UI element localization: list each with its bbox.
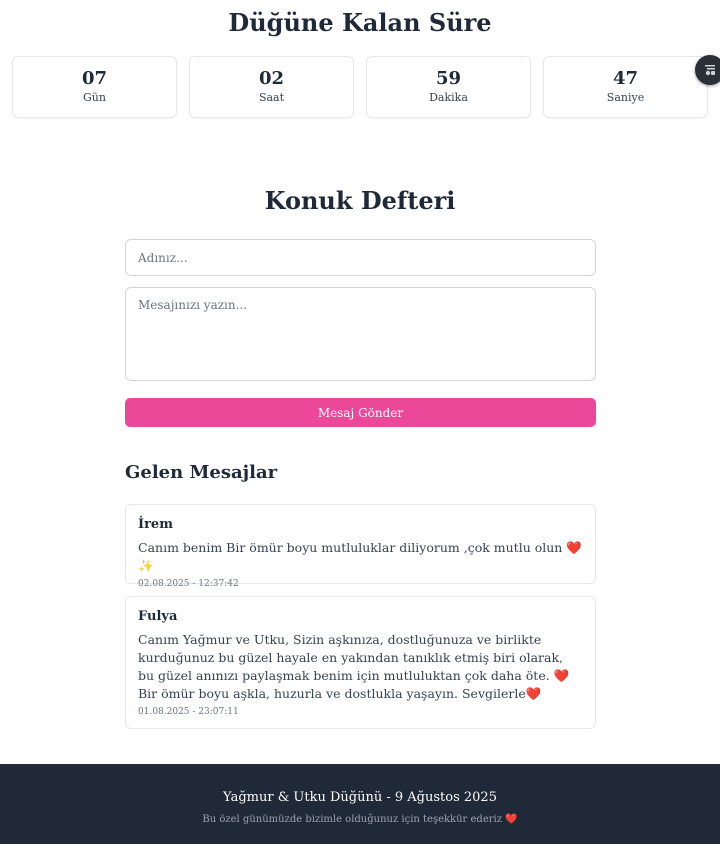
countdown-days: 07 Gün: [12, 56, 177, 118]
countdown-days-label: Gün: [83, 91, 106, 104]
message-date: 01.08.2025 - 23:07:11: [138, 707, 239, 717]
name-input[interactable]: [125, 239, 596, 276]
countdown-seconds: 47 Saniye: [543, 56, 708, 118]
countdown-minutes: 59 Dakika: [366, 56, 531, 118]
countdown-hours-value: 02: [258, 68, 285, 89]
message-author: İrem: [138, 517, 173, 532]
message-text: Canım Yağmur ve Utku, Sizin aşkınıza, do…: [138, 632, 570, 701]
countdown-days-value: 07: [81, 68, 108, 89]
message-text: Canım benim Bir ömür boyu mutluluklar di…: [138, 540, 582, 573]
music-toggle-icon: [705, 65, 715, 76]
countdown-minutes-value: 59: [435, 68, 462, 89]
countdown-seconds-value: 47: [612, 68, 639, 89]
message-card: Fulya Canım Yağmur ve Utku, Sizin aşkını…: [125, 596, 596, 729]
message-card: İrem Canım benim Bir ömür boyu mutlulukl…: [125, 504, 596, 589]
footer-title: Yağmur & Utku Düğünü - 9 Ağustos 2025: [223, 790, 497, 805]
guestbook-title: Konuk Defteri: [264, 186, 456, 215]
messages-title: Gelen Mesajlar: [125, 462, 278, 483]
message-textarea[interactable]: [125, 287, 596, 381]
countdown-hours-label: Saat: [258, 91, 285, 104]
send-message-button[interactable]: Mesaj Gönder: [125, 398, 596, 427]
message-date: 02.08.2025 - 12:37:42: [138, 579, 239, 589]
countdown-title: Düğüne Kalan Süre: [228, 8, 492, 37]
countdown-hours: 02 Saat: [189, 56, 354, 118]
footer: Yağmur & Utku Düğünü - 9 Ağustos 2025 Bu…: [0, 764, 720, 844]
countdown-minutes-label: Dakika: [429, 91, 468, 104]
footer-subtitle: Bu özel günümüzde bizimle olduğunuz için…: [202, 814, 518, 825]
music-toggle-button[interactable]: [695, 55, 720, 85]
message-author: Fulya: [138, 609, 178, 624]
countdown-row: 07 Gün 02 Saat 59 Dakika 47 Saniye: [12, 56, 708, 118]
countdown-seconds-label: Saniye: [606, 91, 645, 104]
